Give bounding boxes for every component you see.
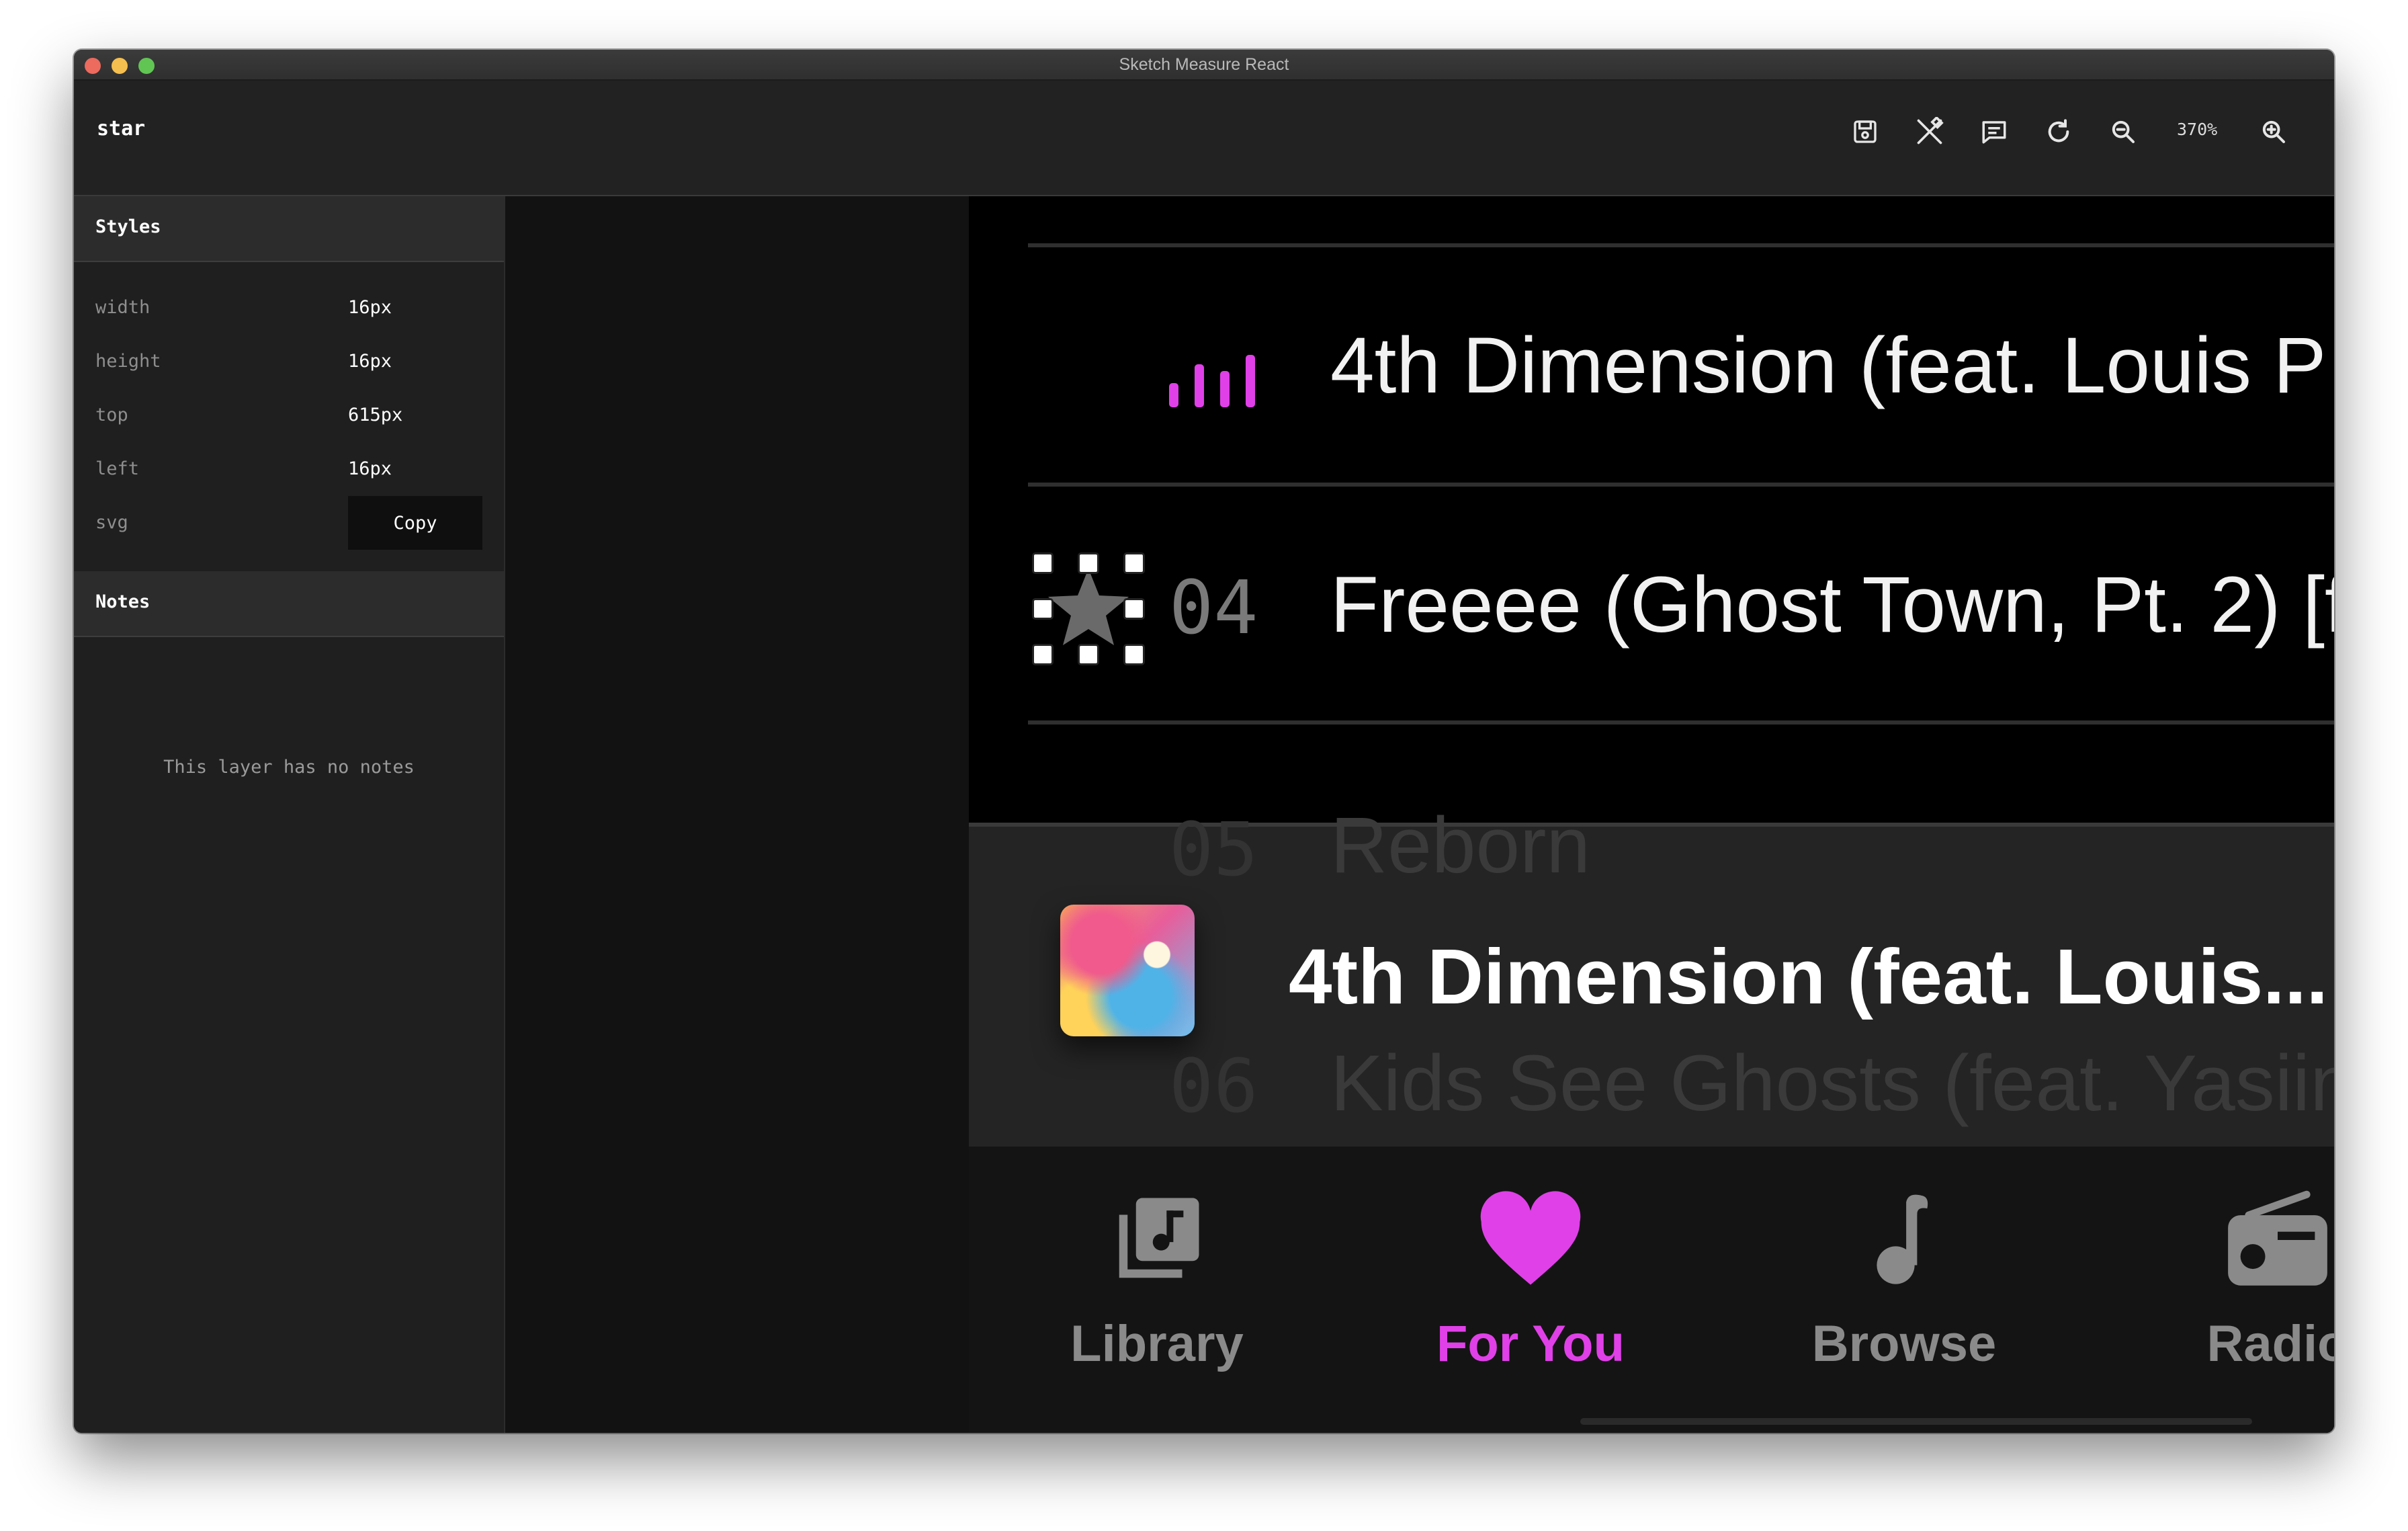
width-label: width <box>95 297 150 318</box>
tab-bar: Library For You Browse Radio <box>969 1147 2334 1433</box>
resize-handle[interactable] <box>1078 552 1099 574</box>
resize-handle[interactable] <box>1123 598 1145 620</box>
window-title: Sketch Measure React <box>1119 55 1289 74</box>
empty-notes-message: This layer has no notes <box>163 757 415 778</box>
artboard[interactable]: 4th Dimension (feat. Louis P 04 Freeee (… <box>969 196 2334 1433</box>
now-playing-bars-icon <box>1169 355 1255 407</box>
resize-handle[interactable] <box>1123 644 1145 665</box>
resize-handle[interactable] <box>1032 644 1054 665</box>
tab-library[interactable]: Library <box>1043 1147 1271 1375</box>
left-value: 16px <box>348 458 392 479</box>
heart-icon <box>1480 1191 1581 1285</box>
track-title[interactable]: 4th Dimension (feat. Louis P <box>1330 320 2326 411</box>
save-icon[interactable] <box>1849 116 1881 148</box>
radio-icon <box>2228 1190 2327 1286</box>
tab-for-you[interactable]: For You <box>1416 1147 1645 1375</box>
app-window: Sketch Measure React star 370% Styles wi… <box>74 50 2334 1433</box>
resize-handle[interactable] <box>1032 552 1054 574</box>
notes-section-header: Notes <box>74 571 504 637</box>
track-number: 04 <box>1169 565 1258 651</box>
left-label: left <box>95 458 140 479</box>
resize-handle[interactable] <box>1078 644 1099 665</box>
top-value: 615px <box>348 405 403 425</box>
toolbar: star 370% <box>74 81 2334 196</box>
copy-svg-button[interactable]: Copy <box>348 496 482 550</box>
tab-radio[interactable]: Radio <box>2163 1147 2334 1375</box>
top-label: top <box>95 405 128 425</box>
zoom-level: 370% <box>2177 120 2218 139</box>
zoom-out-icon[interactable] <box>2107 116 2139 148</box>
height-value: 16px <box>348 351 392 372</box>
track-title: Kids See Ghosts (feat. Yasiin <box>1330 1039 2334 1128</box>
tab-label: Radio <box>2206 1315 2334 1372</box>
track-divider <box>1028 243 2334 247</box>
zoom-in-icon[interactable] <box>2258 116 2290 148</box>
tab-browse[interactable]: Browse <box>1790 1147 2018 1375</box>
design-canvas[interactable]: 4th Dimension (feat. Louis P 04 Freeee (… <box>505 196 2334 1433</box>
music-note-icon <box>1877 1194 1928 1284</box>
mini-player[interactable]: 05 Reborn 4th Dimension (feat. Louis... … <box>969 801 2334 1151</box>
styles-title: Styles <box>95 216 161 237</box>
album-artwork[interactable] <box>1060 905 1195 1036</box>
resize-handle[interactable] <box>1123 552 1145 574</box>
resize-handle[interactable] <box>1032 598 1054 620</box>
title-bar: Sketch Measure React <box>74 50 2334 81</box>
height-label: height <box>95 351 161 372</box>
track-divider <box>1028 483 2334 487</box>
library-icon <box>1119 1198 1199 1278</box>
refresh-icon[interactable] <box>2042 116 2075 148</box>
track-number: 06 <box>1169 1043 1258 1129</box>
notes-title: Notes <box>95 591 150 612</box>
svg-label: svg <box>95 512 128 533</box>
tab-label: Library <box>1070 1315 1244 1372</box>
inspector-sidebar: Styles width 16px height 16px top 615px … <box>74 196 505 1433</box>
tools-icon[interactable] <box>1914 116 1946 148</box>
comment-icon[interactable] <box>1978 116 2010 148</box>
tab-label: Browse <box>1811 1315 1997 1372</box>
selected-star-layer[interactable] <box>1032 552 1145 665</box>
track-title[interactable]: Freeee (Ghost Town, Pt. 2) [f <box>1330 559 2334 651</box>
now-playing-title[interactable]: 4th Dimension (feat. Louis... <box>1289 932 2328 1022</box>
layer-name: star <box>97 117 146 140</box>
track-title: Reborn <box>1330 801 1591 890</box>
tab-label: For You <box>1436 1315 1625 1372</box>
home-indicator <box>1580 1418 2252 1425</box>
styles-section-header: Styles <box>74 196 504 262</box>
width-value: 16px <box>348 297 392 318</box>
track-number: 05 <box>1169 806 1258 893</box>
track-divider <box>1028 720 2334 725</box>
